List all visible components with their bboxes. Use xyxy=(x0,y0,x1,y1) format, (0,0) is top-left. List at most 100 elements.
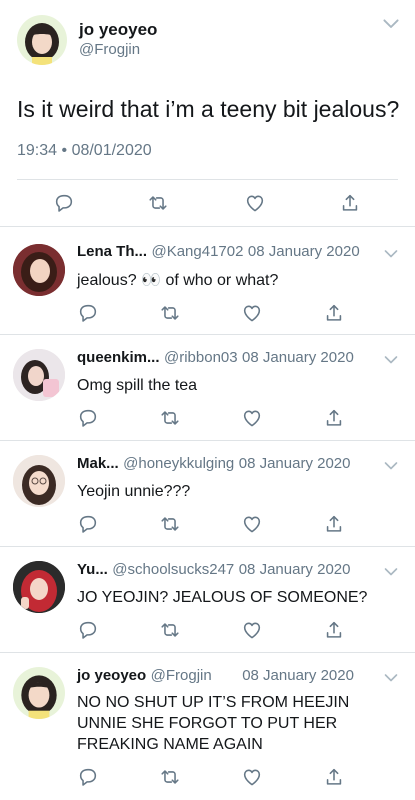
reply-button[interactable] xyxy=(75,617,101,643)
like-icon xyxy=(244,192,266,214)
author-name[interactable]: Yu... xyxy=(77,561,108,578)
author-handle[interactable]: @Frogjin xyxy=(79,41,140,58)
retweet-button[interactable] xyxy=(157,764,183,790)
reply-text-line: UNNIE SHE FORGOT TO PUT HER xyxy=(77,715,338,732)
share-button[interactable] xyxy=(321,764,347,790)
author-handle[interactable]: @schoolsucks247 xyxy=(112,561,234,578)
reply-text-part: jealous? xyxy=(77,272,137,289)
retweet-button[interactable] xyxy=(157,405,183,431)
retweet-icon xyxy=(147,192,169,214)
like-icon xyxy=(241,619,263,641)
like-button[interactable] xyxy=(239,405,265,431)
reply-icon xyxy=(77,302,99,324)
timestamp-separator: • xyxy=(61,142,68,159)
like-icon xyxy=(241,766,263,788)
like-button[interactable] xyxy=(239,300,265,326)
retweet-icon xyxy=(159,407,181,429)
reply-header: Mak... @honeykkulging 08 January 2020 xyxy=(77,455,351,473)
reply-button[interactable] xyxy=(75,764,101,790)
author-name[interactable]: Lena Th... xyxy=(77,243,147,260)
eyes-emoji-icon: 👀 xyxy=(141,272,161,289)
reply-date: 08 January 2020 xyxy=(242,667,354,684)
like-icon xyxy=(241,513,263,535)
reply-date: 08 January 2020 xyxy=(242,349,354,366)
reply-icon xyxy=(77,407,99,429)
divider xyxy=(0,334,415,335)
share-button[interactable] xyxy=(321,300,347,326)
like-button[interactable] xyxy=(239,764,265,790)
reply-icon xyxy=(77,513,99,535)
share-button[interactable] xyxy=(321,405,347,431)
like-icon xyxy=(241,302,263,324)
reply-text: Omg spill the tea xyxy=(77,377,198,394)
share-icon xyxy=(323,407,345,429)
author-name[interactable]: jo yeoyeo xyxy=(79,20,157,40)
reply-text-part: of who or what? xyxy=(165,272,279,289)
retweet-icon xyxy=(159,302,181,324)
avatar[interactable] xyxy=(13,244,65,296)
reply-date: 08 January 2020 xyxy=(247,243,360,260)
author-name[interactable]: Mak... xyxy=(77,455,119,472)
chevron-down-icon[interactable] xyxy=(384,673,398,683)
reply-text-line: FREAKING NAME AGAIN xyxy=(77,736,263,753)
retweet-button[interactable] xyxy=(145,190,171,216)
like-icon xyxy=(241,407,263,429)
reply-icon xyxy=(77,766,99,788)
author-handle[interactable]: @ribbon03 xyxy=(164,349,238,366)
author-name[interactable]: jo yeoyeo xyxy=(77,667,146,684)
like-button[interactable] xyxy=(239,511,265,537)
share-icon xyxy=(323,619,345,641)
divider xyxy=(0,440,415,441)
share-button[interactable] xyxy=(321,511,347,537)
reply-icon xyxy=(53,192,75,214)
reply-button[interactable] xyxy=(75,300,101,326)
author-handle[interactable]: @honeykkulging xyxy=(123,455,234,472)
like-button[interactable] xyxy=(242,190,268,216)
retweet-icon xyxy=(159,513,181,535)
reply-date: 08 January 2020 xyxy=(238,455,351,472)
reply-header: queenkim... @ribbon03 08 January 2020 xyxy=(77,349,354,367)
reply-date: 08 January 2020 xyxy=(238,561,351,578)
reply-text: NO NO SHUT UP IT’S FROM HEEJIN UNNIE SHE… xyxy=(77,692,349,755)
tweet-text: Is it weird that i’m a teeny bit jealous… xyxy=(17,96,400,122)
chevron-down-icon[interactable] xyxy=(384,355,398,365)
share-icon xyxy=(323,766,345,788)
chevron-down-icon[interactable] xyxy=(384,249,398,259)
reply-button[interactable] xyxy=(51,190,77,216)
share-button[interactable] xyxy=(321,617,347,643)
reply-text: JO YEOJIN? JEALOUS OF SOMEONE? xyxy=(77,589,368,606)
retweet-button[interactable] xyxy=(157,617,183,643)
tweet-time: 19:34 xyxy=(17,142,58,159)
retweet-button[interactable] xyxy=(157,300,183,326)
reply-header: jo yeoyeo @Frogjin 08 January 2020 xyxy=(77,667,354,685)
avatar[interactable] xyxy=(13,561,65,613)
avatar[interactable] xyxy=(13,349,65,401)
reply-button[interactable] xyxy=(75,511,101,537)
author-handle[interactable]: @Kang41702 xyxy=(151,243,243,260)
divider xyxy=(0,546,415,547)
share-icon xyxy=(339,192,361,214)
avatar[interactable] xyxy=(13,455,65,507)
avatar[interactable] xyxy=(17,15,67,65)
retweet-icon xyxy=(159,619,181,641)
chevron-down-icon[interactable] xyxy=(382,18,400,30)
share-icon xyxy=(323,302,345,324)
reply-text: jealous? 👀 of who or what? xyxy=(77,270,278,291)
author-name[interactable]: queenkim... xyxy=(77,349,160,366)
divider xyxy=(17,179,398,180)
tweet-date: 08/01/2020 xyxy=(71,142,152,159)
reply-text-line: NO NO SHUT UP IT’S FROM HEEJIN xyxy=(77,694,350,711)
like-button[interactable] xyxy=(239,617,265,643)
author-handle[interactable]: @Frogjin xyxy=(151,667,212,684)
retweet-button[interactable] xyxy=(157,511,183,537)
share-button[interactable] xyxy=(337,190,363,216)
chevron-down-icon[interactable] xyxy=(384,567,398,577)
retweet-icon xyxy=(159,766,181,788)
reply-button[interactable] xyxy=(75,405,101,431)
avatar[interactable] xyxy=(13,667,65,719)
reply-header: Lena Th... @Kang41702 08 January 2020 xyxy=(77,243,360,261)
chevron-down-icon[interactable] xyxy=(384,461,398,471)
tweet-timestamp: 19:34 • 08/01/2020 xyxy=(17,142,152,160)
reply-text: Yeojin unnie??? xyxy=(77,483,191,500)
reply-icon xyxy=(77,619,99,641)
